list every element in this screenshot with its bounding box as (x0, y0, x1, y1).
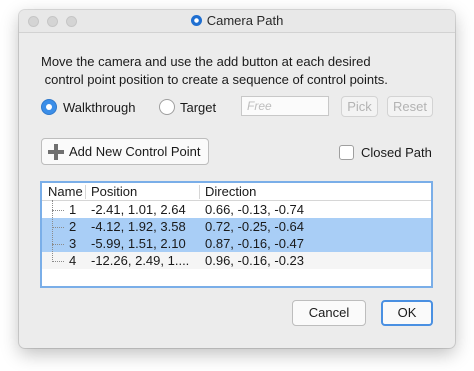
row-position-cell: -4.12, 1.92, 3.58 (91, 219, 186, 234)
window-title: Camera Path (19, 13, 455, 28)
add-control-point-label: Add New Control Point (69, 144, 201, 159)
walkthrough-label[interactable]: Walkthrough (63, 100, 136, 115)
row-name-cell: 1 (69, 202, 77, 217)
row-direction-cell: 0.96, -0.16, -0.23 (205, 253, 305, 268)
instructions-text: Move the camera and use the add button a… (41, 53, 388, 89)
row-name-cell: 3 (69, 236, 77, 251)
row-direction-cell: 0.87, -0.16, -0.47 (205, 236, 305, 251)
row-name-cell: 2 (69, 219, 77, 234)
table-row[interactable]: 4 -12.26, 2.49, 1.... 0.96, -0.16, -0.23 (42, 252, 431, 269)
row-name-cell: 4 (69, 253, 77, 268)
column-header-direction[interactable]: Direction (205, 184, 256, 199)
reset-button[interactable]: Reset (387, 96, 433, 117)
tree-connector-line (52, 261, 64, 262)
target-input[interactable] (241, 96, 329, 116)
tree-connector-line (52, 210, 64, 211)
table-row[interactable]: 1 -2.41, 1.01, 2.64 0.66, -0.13, -0.74 (42, 201, 431, 218)
closed-path-label[interactable]: Closed Path (361, 145, 432, 160)
target-label[interactable]: Target (180, 100, 216, 115)
row-direction-cell: 0.66, -0.13, -0.74 (205, 202, 305, 217)
camera-path-dialog: Camera Path Move the camera and use the … (19, 10, 455, 348)
instructions-line-2: control point position to create a seque… (41, 72, 388, 87)
target-radio[interactable] (159, 99, 175, 115)
instructions-line-1: Move the camera and use the add button a… (41, 54, 371, 69)
tree-connector-line (52, 244, 64, 245)
column-divider (199, 185, 200, 199)
tree-connector-line (52, 200, 53, 260)
cancel-button[interactable]: Cancel (292, 300, 366, 326)
table-row[interactable]: 3 -5.99, 1.51, 2.10 0.87, -0.16, -0.47 (42, 235, 431, 252)
row-position-cell: -5.99, 1.51, 2.10 (91, 236, 186, 251)
window-title-text: Camera Path (206, 13, 284, 28)
table-row[interactable]: 2 -4.12, 1.92, 3.58 0.72, -0.25, -0.64 (42, 218, 431, 235)
title-bar: Camera Path (19, 10, 455, 33)
add-control-point-button[interactable]: Add New Control Point (41, 138, 209, 165)
app-icon (190, 15, 202, 26)
plus-icon (48, 144, 64, 160)
closed-path-checkbox[interactable] (339, 145, 354, 160)
column-divider (85, 185, 86, 199)
column-header-position[interactable]: Position (91, 184, 137, 199)
column-header-name[interactable]: Name (48, 184, 83, 199)
ok-button[interactable]: OK (381, 300, 433, 326)
walkthrough-radio[interactable] (41, 99, 57, 115)
tree-connector-line (52, 227, 64, 228)
table-header: Name Position Direction (42, 183, 431, 201)
row-direction-cell: 0.72, -0.25, -0.64 (205, 219, 305, 234)
row-position-cell: -2.41, 1.01, 2.64 (91, 202, 186, 217)
pick-button[interactable]: Pick (341, 96, 378, 117)
control-points-table[interactable]: Name Position Direction 1 -2.41, 1.01, 2… (40, 181, 433, 288)
row-position-cell: -12.26, 2.49, 1.... (91, 253, 190, 268)
